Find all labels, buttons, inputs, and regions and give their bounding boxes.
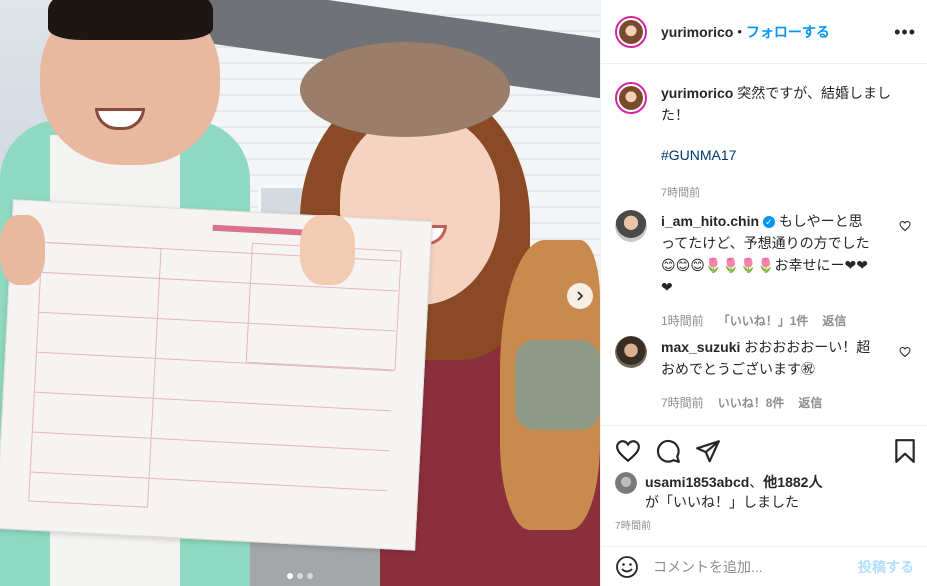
woman-hand xyxy=(300,215,355,285)
commenter-avatar[interactable] xyxy=(615,210,647,242)
dog-vest xyxy=(515,340,600,430)
share-icon[interactable] xyxy=(695,438,721,464)
comment-likes[interactable]: いいね！8件 xyxy=(718,392,785,414)
likes-others[interactable]: 他1882人 xyxy=(763,474,822,490)
separator: • xyxy=(737,24,742,39)
carousel-dot xyxy=(287,573,293,579)
reply-button[interactable]: 返信 xyxy=(798,392,822,414)
post-photo[interactable] xyxy=(0,0,600,586)
commenter-avatar[interactable] xyxy=(615,336,647,368)
author-avatar[interactable] xyxy=(615,15,647,48)
likes-summary: usami1853abcd、他1882人 が「いいね！」しました xyxy=(615,472,822,512)
commenter-username[interactable]: max_suzuki xyxy=(661,339,740,355)
emoji-icon[interactable] xyxy=(615,555,639,579)
comment-time[interactable]: 7時間前 xyxy=(661,392,704,414)
comment: max_suzuki おおおおおーい！超おめでとうございます㊗ 7時間前 いいね… xyxy=(615,336,915,414)
action-bar xyxy=(601,425,927,475)
likes-suffix: が「いいね！」しました xyxy=(645,494,799,510)
liker-avatar[interactable] xyxy=(615,472,637,494)
man-hair xyxy=(48,0,213,40)
follow-button[interactable]: フォローする xyxy=(746,22,830,42)
comment-input[interactable] xyxy=(653,558,858,575)
heart-icon[interactable] xyxy=(615,438,641,464)
bookmark-icon[interactable] xyxy=(892,438,918,464)
caption-avatar[interactable] xyxy=(615,82,647,114)
comment-likes[interactable]: 「いいね！」1件 xyxy=(718,310,809,332)
carousel-dot xyxy=(297,573,303,579)
post-comment-button[interactable]: 投稿する xyxy=(858,557,914,577)
caption-hashtag[interactable]: #GUNMA17 xyxy=(661,144,901,166)
comment-icon[interactable] xyxy=(655,438,681,464)
comment: i_am_hito.chin ✓ もしやーと思ってたけど、予想通りの方でした😊😊… xyxy=(615,210,915,332)
comment-composer: 投稿する xyxy=(601,546,927,586)
caption-time: 7時間前 xyxy=(661,187,701,199)
commenter-username[interactable]: i_am_hito.chin xyxy=(661,213,759,229)
liker-username[interactable]: usami1853abcd xyxy=(645,474,749,490)
reply-button[interactable]: 返信 xyxy=(822,310,846,332)
heart-icon[interactable] xyxy=(899,346,911,358)
woman-beret xyxy=(300,42,510,137)
post-header: yurimorico • フォローする ••• xyxy=(601,0,927,64)
marriage-registration-form xyxy=(0,199,433,551)
man-hand xyxy=(0,215,45,285)
comment-time[interactable]: 1時間前 xyxy=(661,310,704,332)
more-options-icon[interactable]: ••• xyxy=(894,22,916,43)
post-caption: yurimorico 突然ですが、結婚しました！ #GUNMA17 7時間前 xyxy=(615,82,915,204)
author-username[interactable]: yurimorico xyxy=(661,24,733,40)
likes-separator: 、 xyxy=(749,474,764,490)
carousel-dot xyxy=(307,573,313,579)
caption-username[interactable]: yurimorico xyxy=(661,85,733,101)
carousel-indicator xyxy=(0,573,600,579)
heart-icon[interactable] xyxy=(899,220,911,232)
post-time[interactable]: 7時間前 xyxy=(615,517,651,532)
verified-icon: ✓ xyxy=(762,216,775,228)
next-arrow-icon[interactable] xyxy=(567,283,593,309)
post-details-panel: yurimorico • フォローする ••• yurimorico 突然ですが… xyxy=(600,0,927,586)
